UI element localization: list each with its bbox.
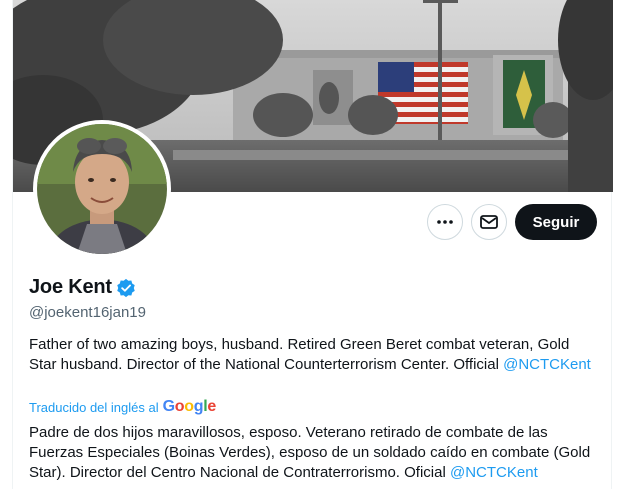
bio-translated-mention-link[interactable]: @NCTCKent [450, 464, 538, 481]
more-options-button[interactable] [427, 204, 463, 240]
translated-label: Traducido del inglés al [29, 399, 159, 415]
profile-page: Seguir Joe Kent @joekent16jan19 Father o… [12, 0, 613, 489]
message-button[interactable] [471, 204, 507, 240]
bio-original: Father of two amazing boys, husband. Ret… [29, 335, 597, 375]
name-row: Joe Kent [29, 276, 136, 299]
envelope-icon [480, 215, 498, 229]
translation-attribution[interactable]: Traducido del inglés al Google [29, 398, 216, 416]
bio-original-mention-link[interactable]: @NCTCKent [503, 356, 591, 373]
verified-badge-icon[interactable] [116, 278, 136, 298]
avatar-photo [37, 124, 167, 254]
more-horizontal-icon [437, 220, 453, 224]
profile-avatar[interactable] [33, 120, 171, 258]
bio-original-text: Father of two amazing boys, husband. Ret… [29, 336, 570, 373]
bio-translated: Padre de dos hijos maravillosos, esposo.… [29, 423, 597, 483]
follow-button[interactable]: Seguir [515, 204, 597, 240]
google-logo-icon: Google [162, 398, 217, 415]
display-name: Joe Kent [29, 276, 112, 298]
user-handle: @joekent16jan19 [29, 304, 146, 321]
